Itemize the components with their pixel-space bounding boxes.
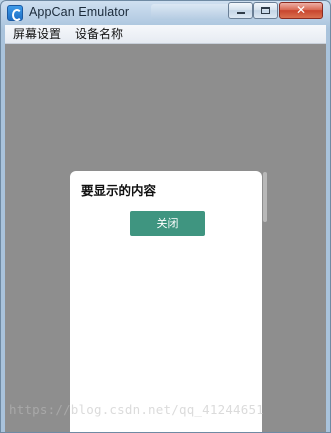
minimize-icon: [237, 12, 245, 14]
menu-bar: 屏幕设置 设备名称: [5, 25, 326, 44]
minimize-button[interactable]: [228, 2, 253, 19]
emulator-window: AppCan Emulator ✕ 屏幕设置 设备名称 要显示的内容 关闭 ht…: [0, 0, 331, 433]
dialog-close-button[interactable]: 关闭: [130, 211, 205, 236]
title-bar[interactable]: AppCan Emulator ✕: [1, 1, 330, 25]
emulator-screen: 要显示的内容 关闭: [5, 44, 326, 432]
appcan-icon: [7, 5, 23, 21]
scroll-indicator: [263, 172, 267, 222]
close-window-button[interactable]: ✕: [279, 2, 323, 19]
window-title: AppCan Emulator: [29, 5, 130, 19]
maximize-button[interactable]: [253, 2, 278, 19]
menu-screen-settings[interactable]: 屏幕设置: [13, 26, 61, 42]
message-dialog: 要显示的内容 关闭: [70, 171, 262, 432]
dialog-message: 要显示的内容: [81, 183, 157, 198]
menu-device-name[interactable]: 设备名称: [75, 26, 123, 42]
maximize-icon: [261, 7, 270, 14]
close-icon: ✕: [295, 3, 307, 17]
watermark-url: https://blog.csdn.net/qq_41244651: [9, 402, 264, 417]
